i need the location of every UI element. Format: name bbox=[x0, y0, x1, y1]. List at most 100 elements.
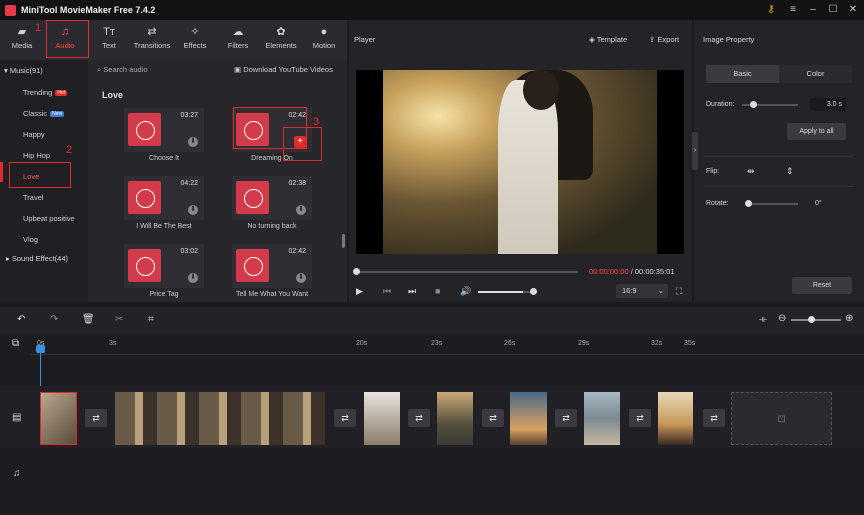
transition-slot[interactable]: ⇄ bbox=[629, 409, 651, 427]
next-frame-icon[interactable]: ⏭ bbox=[408, 286, 416, 297]
nav-motion[interactable]: ● Motion bbox=[302, 20, 346, 60]
collapse-panel-handle[interactable]: › bbox=[692, 132, 698, 170]
timeline-clip[interactable] bbox=[437, 392, 473, 445]
volume-slider[interactable] bbox=[478, 291, 534, 293]
audio-track bbox=[0, 448, 864, 515]
music-group[interactable]: ▾ Music(91) bbox=[4, 66, 43, 75]
sound-effect-group[interactable]: ▸ Sound Effect(44) bbox=[6, 254, 68, 263]
drop-zone[interactable]: ⊡ bbox=[731, 392, 832, 445]
nav-filters[interactable]: ☁ Filters bbox=[216, 20, 260, 60]
sidebar-item-vlog[interactable]: Vlog bbox=[23, 235, 38, 244]
volume-icon[interactable]: 🔊 bbox=[460, 286, 471, 297]
timeline-clip[interactable] bbox=[364, 392, 400, 445]
search-audio[interactable]: ⌕ Search audio bbox=[97, 65, 148, 75]
music-note-icon bbox=[236, 181, 269, 214]
timeline-clip[interactable] bbox=[584, 392, 620, 445]
reset-button[interactable]: Reset bbox=[792, 277, 852, 294]
zoom-in-icon[interactable]: ⊕ bbox=[845, 313, 853, 324]
timeline-clip[interactable] bbox=[115, 392, 325, 445]
playhead-handle[interactable] bbox=[36, 345, 45, 353]
timeline-clip[interactable] bbox=[658, 392, 693, 445]
seek-bar[interactable] bbox=[356, 271, 578, 273]
rotate-handle[interactable] bbox=[745, 200, 752, 207]
tab-basic[interactable]: Basic bbox=[706, 65, 779, 83]
scrollbar[interactable] bbox=[342, 234, 345, 248]
stop-icon[interactable]: ■ bbox=[435, 286, 440, 296]
transition-slot[interactable]: ⇄ bbox=[408, 409, 430, 427]
timeline-clip[interactable] bbox=[40, 392, 77, 445]
maximize-icon[interactable]: ☐ bbox=[825, 2, 841, 18]
nav-text[interactable]: Tт Text bbox=[87, 20, 131, 60]
menu-icon[interactable]: ≡ bbox=[785, 2, 801, 18]
zoom-out-icon[interactable]: ⊖ bbox=[778, 313, 786, 324]
timeline-clip[interactable] bbox=[510, 392, 547, 445]
download-youtube-button[interactable]: ▣ Download YouTube Videos bbox=[234, 65, 333, 74]
fit-timeline-icon[interactable]: ⟛ bbox=[759, 314, 767, 325]
rotate-slider[interactable] bbox=[746, 203, 798, 205]
split-icon[interactable]: ✂ bbox=[115, 314, 123, 325]
template-button[interactable]: ◈ Template bbox=[589, 35, 627, 44]
sidebar-item-happy[interactable]: Happy bbox=[23, 130, 45, 139]
filters-icon: ☁ bbox=[232, 26, 244, 38]
track-card[interactable]: 02:42 ⬇ Tell Me What You Want bbox=[232, 244, 312, 304]
duration-handle[interactable] bbox=[750, 101, 757, 108]
search-icon: ⌕ bbox=[97, 65, 102, 74]
close-icon[interactable]: ✕ bbox=[845, 2, 861, 18]
prev-frame-icon[interactable]: ⏮ bbox=[383, 286, 391, 297]
transition-slot[interactable]: ⇄ bbox=[334, 409, 356, 427]
sidebar-item-upbeat[interactable]: Upbeat positive bbox=[23, 214, 75, 223]
sidebar-item-travel[interactable]: Travel bbox=[23, 193, 44, 202]
download-icon[interactable]: ⬇ bbox=[188, 137, 198, 147]
duration-input[interactable]: 3.0 s bbox=[810, 98, 846, 111]
motion-icon: ● bbox=[320, 26, 328, 38]
key-icon[interactable]: ⚷ bbox=[763, 2, 779, 18]
sidebar-item-classic[interactable]: Classic New bbox=[23, 109, 65, 118]
volume-handle[interactable] bbox=[530, 288, 537, 295]
sidebar-item-hiphop[interactable]: Hip Hop bbox=[23, 151, 50, 160]
download-icon[interactable]: ⬇ bbox=[296, 273, 306, 283]
zoom-handle[interactable] bbox=[808, 316, 815, 323]
delete-icon[interactable]: 🗑 bbox=[82, 314, 95, 325]
title-bar: MiniTool MovieMaker Free 7.4.2 ⚷ ≡ – ☐ ✕ bbox=[0, 0, 864, 20]
flip-vertical-icon[interactable]: ⇕ bbox=[786, 166, 794, 177]
add-track-icon[interactable]: ⧉ bbox=[12, 338, 19, 349]
apply-to-all-button[interactable]: Apply to all bbox=[787, 123, 846, 140]
redo-icon[interactable]: ↷ bbox=[50, 314, 58, 325]
add-to-timeline-icon[interactable]: + bbox=[294, 136, 306, 148]
track-card[interactable]: 04:22 ⬇ I Will Be The Best bbox=[124, 176, 204, 236]
video-track-icon: ▤ bbox=[12, 412, 22, 423]
track-card[interactable]: 02:38 ⬇ No turning back bbox=[232, 176, 312, 236]
tab-color[interactable]: Color bbox=[779, 65, 852, 83]
nav-elements[interactable]: ✿ Elements bbox=[259, 20, 303, 60]
flip-label: Flip: bbox=[706, 168, 720, 175]
play-icon[interactable]: ▶ bbox=[356, 286, 363, 297]
layers-icon: ◈ bbox=[589, 35, 595, 44]
transition-slot[interactable]: ⇄ bbox=[555, 409, 577, 427]
minimize-icon[interactable]: – bbox=[805, 2, 821, 18]
export-button[interactable]: ⇪ Export bbox=[649, 35, 679, 44]
zoom-slider[interactable] bbox=[791, 319, 841, 321]
undo-icon[interactable]: ↶ bbox=[17, 314, 25, 325]
nav-transitions[interactable]: ⇄ Transitions bbox=[130, 20, 174, 60]
flip-horizontal-icon[interactable]: ⇹ bbox=[747, 166, 755, 177]
fullscreen-icon[interactable]: ⛶ bbox=[676, 286, 682, 297]
transitions-icon: ⇄ bbox=[147, 26, 157, 38]
music-note-icon bbox=[128, 113, 161, 146]
aspect-select[interactable]: 16:9 ⌄ bbox=[616, 284, 668, 298]
track-card[interactable]: 03:02 ⬇ Price Tag bbox=[124, 244, 204, 304]
download-icon[interactable]: ⬇ bbox=[188, 273, 198, 283]
track-card[interactable]: 03:27 ⬇ Choose It bbox=[124, 108, 204, 168]
music-note-icon bbox=[128, 249, 161, 282]
seek-handle[interactable] bbox=[353, 268, 360, 275]
crop-icon[interactable]: ⌗ bbox=[148, 314, 154, 325]
player-title: Player bbox=[354, 35, 376, 44]
youtube-icon: ▣ bbox=[234, 65, 242, 74]
transition-slot[interactable]: ⇄ bbox=[703, 409, 725, 427]
download-icon[interactable]: ⬇ bbox=[188, 205, 198, 215]
transition-slot[interactable]: ⇄ bbox=[482, 409, 504, 427]
transition-slot[interactable]: ⇄ bbox=[85, 409, 107, 427]
download-icon[interactable]: ⬇ bbox=[296, 205, 306, 215]
sidebar-item-trending[interactable]: Trending Hot bbox=[23, 88, 68, 97]
nav-effects[interactable]: ✧ Effects bbox=[173, 20, 217, 60]
tick-label: 3s bbox=[109, 340, 117, 347]
